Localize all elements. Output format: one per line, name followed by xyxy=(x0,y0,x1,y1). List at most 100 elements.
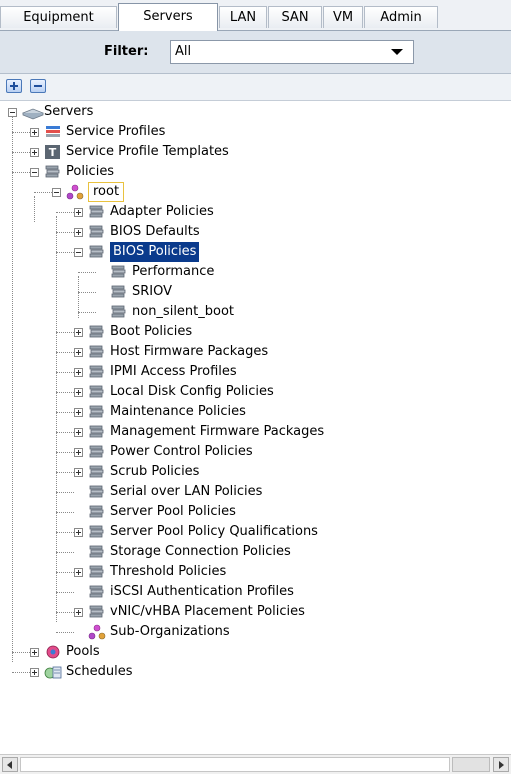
tree-node[interactable]: Policies xyxy=(0,162,511,182)
tree-node[interactable]: Server Pool Policy Qualifications xyxy=(0,522,511,542)
tree-node[interactable]: Serial over LAN Policies xyxy=(0,482,511,502)
expand-icon[interactable] xyxy=(74,468,83,477)
tree-node[interactable]: Storage Connection Policies xyxy=(0,542,511,562)
tree-node[interactable]: BIOS Policies xyxy=(0,242,511,262)
policy-icon xyxy=(88,384,106,400)
expand-icon[interactable] xyxy=(74,208,83,217)
tree-node[interactable]: Server Pool Policies xyxy=(0,502,511,522)
expand-icon[interactable] xyxy=(74,428,83,437)
filter-label: Filter: xyxy=(104,44,149,59)
policy-icon xyxy=(88,364,106,380)
horizontal-scrollbar[interactable] xyxy=(0,754,511,774)
policy-icon xyxy=(88,604,106,620)
expand-icon[interactable] xyxy=(74,328,83,337)
tree-node[interactable]: Management Firmware Packages xyxy=(0,422,511,442)
tree-node[interactable]: Local Disk Config Policies xyxy=(0,382,511,402)
collapse-icon[interactable] xyxy=(52,188,61,197)
tree-node[interactable]: Schedules xyxy=(0,662,511,682)
tab-san[interactable]: SAN xyxy=(268,6,322,28)
collapse-icon[interactable] xyxy=(74,248,83,257)
tree-node[interactable]: BIOS Defaults xyxy=(0,222,511,242)
tab-label: SAN xyxy=(281,10,309,25)
tree-node-label: Management Firmware Packages xyxy=(110,424,325,439)
pools-icon xyxy=(44,644,62,660)
policy-icon xyxy=(88,244,106,260)
tree-node[interactable]: Power Control Policies xyxy=(0,442,511,462)
tree-node[interactable]: Host Firmware Packages xyxy=(0,342,511,362)
tree-node[interactable]: T Service Profile Templates xyxy=(0,142,511,162)
tree-node[interactable]: Threshold Policies xyxy=(0,562,511,582)
tree-node[interactable]: IPMI Access Profiles xyxy=(0,362,511,382)
tree-node-label: BIOS Policies xyxy=(110,242,200,262)
scroll-track[interactable] xyxy=(20,757,450,772)
policy-icon xyxy=(88,444,106,460)
expand-icon[interactable] xyxy=(74,408,83,417)
expand-icon[interactable] xyxy=(74,348,83,357)
collapse-icon[interactable] xyxy=(8,108,17,117)
tab-servers[interactable]: Servers xyxy=(118,3,218,31)
policy-icon xyxy=(88,204,106,220)
expand-icon[interactable] xyxy=(74,568,83,577)
tree-node-label: Servers xyxy=(44,104,94,119)
expand-all-icon[interactable] xyxy=(6,79,22,93)
tree-node-label: Storage Connection Policies xyxy=(110,544,291,559)
navigation-tree: Servers Service Profiles T Service Profile … xyxy=(0,102,511,722)
tab-admin[interactable]: Admin xyxy=(364,6,438,28)
tab-label: LAN xyxy=(229,10,257,25)
tree-node-label: Local Disk Config Policies xyxy=(110,384,274,399)
scroll-left-icon[interactable] xyxy=(2,757,18,772)
expand-icon[interactable] xyxy=(74,368,83,377)
tree-node[interactable]: Pools xyxy=(0,642,511,662)
expand-icon[interactable] xyxy=(30,148,39,157)
expand-icon[interactable] xyxy=(74,528,83,537)
tab-label: VM xyxy=(332,10,354,25)
expand-icon[interactable] xyxy=(74,388,83,397)
expand-icon[interactable] xyxy=(74,228,83,237)
tree-node-label: IPMI Access Profiles xyxy=(110,364,237,379)
collapse-icon[interactable] xyxy=(30,168,39,177)
policy-icon xyxy=(88,564,106,580)
tab-vm[interactable]: VM xyxy=(323,6,363,28)
tab-equipment[interactable]: Equipment xyxy=(0,6,117,28)
tree-node[interactable]: Servers xyxy=(0,102,511,122)
tree-node[interactable]: Adapter Policies xyxy=(0,202,511,222)
expand-icon[interactable] xyxy=(74,608,83,617)
policy-icon xyxy=(88,484,106,500)
tree-node[interactable]: Service Profiles xyxy=(0,122,511,142)
tree-node[interactable]: non_silent_boot xyxy=(0,302,511,322)
tab-label: Servers xyxy=(143,9,193,24)
expand-icon[interactable] xyxy=(74,448,83,457)
filter-value: All xyxy=(175,44,192,59)
tree-node[interactable]: root xyxy=(0,182,511,202)
scroll-thumb[interactable] xyxy=(452,757,490,772)
tree-node[interactable]: Performance xyxy=(0,262,511,282)
policy-icon xyxy=(110,284,128,300)
tree-node[interactable]: vNIC/vHBA Placement Policies xyxy=(0,602,511,622)
tree-node[interactable]: Boot Policies xyxy=(0,322,511,342)
tree-node-label: Service Profile Templates xyxy=(66,144,229,159)
tree-node-label: Scrub Policies xyxy=(110,464,200,479)
tree-node[interactable]: Sub-Organizations xyxy=(0,622,511,642)
tree-node-label: Power Control Policies xyxy=(110,444,253,459)
expand-icon[interactable] xyxy=(30,128,39,137)
tree-node-label: Policies xyxy=(66,164,115,179)
tree-node[interactable]: Maintenance Policies xyxy=(0,402,511,422)
tree-node[interactable]: iSCSI Authentication Profiles xyxy=(0,582,511,602)
filter-dropdown[interactable]: All xyxy=(170,40,414,64)
expand-icon[interactable] xyxy=(30,648,39,657)
policy-icon xyxy=(88,344,106,360)
policy-icon xyxy=(88,504,106,520)
schedules-icon xyxy=(44,664,62,680)
scroll-right-icon[interactable] xyxy=(493,757,509,772)
tab-lan[interactable]: LAN xyxy=(219,6,267,28)
expand-icon[interactable] xyxy=(30,668,39,677)
policy-icon xyxy=(88,464,106,480)
collapse-all-icon[interactable] xyxy=(30,79,46,93)
tree-node[interactable]: SRIOV xyxy=(0,282,511,302)
tree-node-label: Maintenance Policies xyxy=(110,404,246,419)
tree-node[interactable]: Scrub Policies xyxy=(0,462,511,482)
tree-node-label: vNIC/vHBA Placement Policies xyxy=(110,604,305,619)
policy-icon xyxy=(110,264,128,280)
tree-node-label: non_silent_boot xyxy=(132,304,235,319)
tree-node-label: Pools xyxy=(66,644,100,659)
